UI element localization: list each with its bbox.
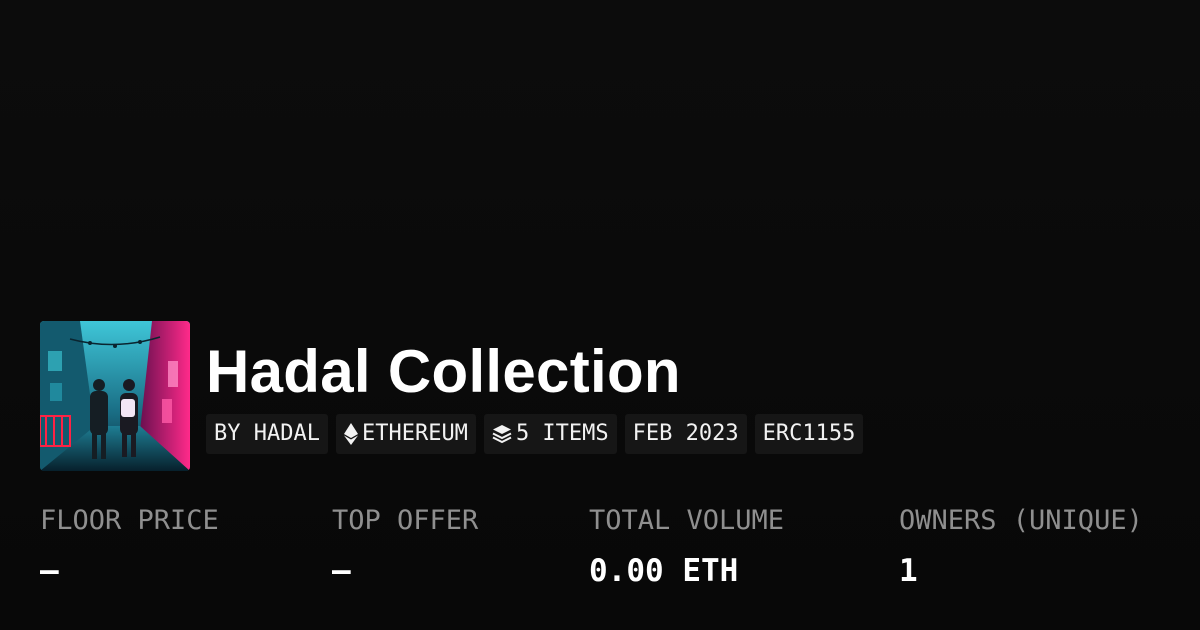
tag-chain[interactable]: ETHEREUM xyxy=(335,414,476,454)
stat-total-volume-value: 0.00 ETH xyxy=(589,553,739,589)
collection-card: Hadal Collection BY HADAL ETHEREUM 5 ITE… xyxy=(40,321,1160,471)
stat-total-volume-label: TOTAL VOLUME xyxy=(589,505,785,536)
collection-tags: BY HADAL ETHEREUM 5 ITEMS FEB 2023 ERC11… xyxy=(206,414,864,454)
stat-owners-value: 1 xyxy=(899,553,918,589)
collection-stats: FLOOR PRICE — TOP OFFER — TOTAL VOLUME 0… xyxy=(40,503,1180,603)
stat-floor-price: FLOOR PRICE — xyxy=(40,503,219,591)
collection-header: Hadal Collection BY HADAL ETHEREUM 5 ITE… xyxy=(40,321,1160,471)
stat-floor-price-label: FLOOR PRICE xyxy=(40,505,219,536)
stat-top-offer-label: TOP OFFER xyxy=(332,505,479,536)
tag-items-label: 5 ITEMS xyxy=(515,421,609,446)
stat-floor-price-value: — xyxy=(40,553,59,589)
stat-top-offer: TOP OFFER — xyxy=(332,503,478,591)
ethereum-icon xyxy=(343,423,358,445)
layers-icon xyxy=(492,424,512,444)
title-block: Hadal Collection BY HADAL ETHEREUM 5 ITE… xyxy=(206,321,864,454)
tag-chain-label: ETHEREUM xyxy=(361,421,468,446)
tag-created-date[interactable]: FEB 2023 xyxy=(624,414,747,454)
tag-created-date-label: FEB 2023 xyxy=(632,421,739,446)
collection-title: Hadal Collection xyxy=(206,338,681,405)
stat-total-volume: TOTAL VOLUME 0.00 ETH xyxy=(589,503,784,591)
collection-artwork-image xyxy=(40,321,190,471)
tag-items[interactable]: 5 ITEMS xyxy=(483,414,617,454)
tag-token-standard-label: ERC1155 xyxy=(762,421,856,446)
stat-top-offer-value: — xyxy=(332,553,351,589)
tag-token-standard[interactable]: ERC1155 xyxy=(754,414,864,454)
tag-creator-label: BY HADAL xyxy=(214,421,320,446)
tag-creator[interactable]: BY HADAL xyxy=(206,414,328,454)
stat-owners-label: OWNERS (UNIQUE) xyxy=(899,505,1143,536)
collection-thumbnail[interactable] xyxy=(40,321,190,471)
stat-owners: OWNERS (UNIQUE) 1 xyxy=(899,503,1143,591)
